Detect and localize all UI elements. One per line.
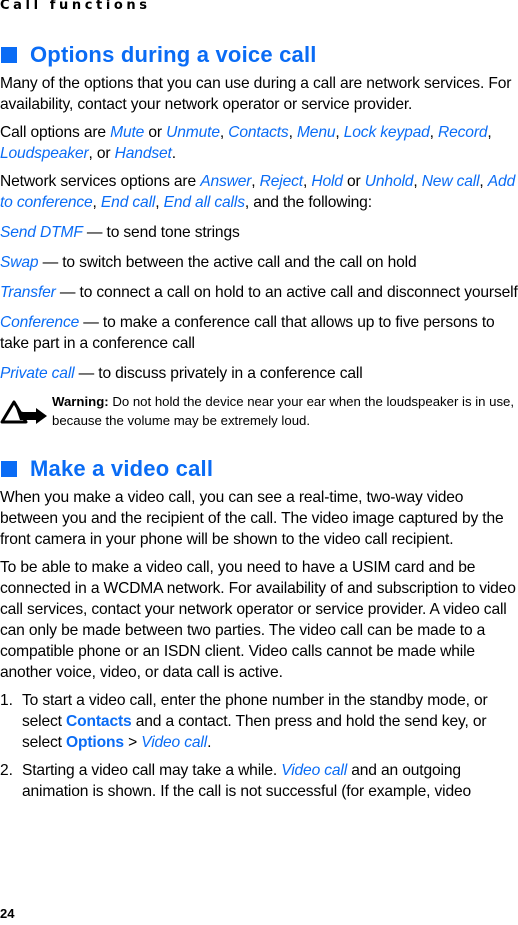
- definition-term: Private call: [0, 365, 75, 382]
- option-lock-keypad: Lock keypad: [343, 124, 430, 141]
- definition-item: Send DTMF — to send tone strings: [0, 222, 518, 243]
- section-bullet-square-icon: [1, 461, 17, 477]
- section-heading-voice-call-options: Options during a voice call: [0, 40, 518, 70]
- step-number: 2.: [0, 762, 14, 779]
- step-item: 2. Starting a video call may take a whil…: [0, 760, 518, 802]
- definition-desc: — to discuss privately in a conference c…: [74, 365, 363, 382]
- menu-options: Options: [66, 734, 124, 751]
- running-head: Call functions: [0, 0, 151, 13]
- option-answer: Answer: [200, 173, 252, 190]
- warning-text: Warning: Do not hold the device near you…: [52, 394, 515, 428]
- definition-item: Swap — to switch between the active call…: [0, 252, 518, 273]
- step-text: To start a video call, enter the phone n…: [22, 692, 488, 751]
- step-item: 1. To start a video call, enter the phon…: [0, 690, 518, 753]
- step-text: Starting a video call may take a while. …: [22, 762, 472, 800]
- video-call-requirements-paragraph: To be able to make a video call, you nee…: [0, 559, 516, 681]
- option-unhold: Unhold: [364, 173, 414, 190]
- intro-paragraph: Many of the options that you can use dur…: [0, 75, 512, 113]
- option-handset: Handset: [114, 145, 172, 162]
- network-options-paragraph: Network services options are Answer, Rej…: [0, 173, 516, 211]
- option-contacts: Contacts: [228, 124, 289, 141]
- section-heading-video-call: Make a video call: [0, 454, 518, 484]
- section-title: Options during a voice call: [30, 42, 317, 67]
- definition-term: Conference: [0, 314, 80, 331]
- option-loudspeaker: Loudspeaker: [0, 145, 89, 162]
- definition-term: Send DTMF: [0, 224, 83, 241]
- definition-desc: — to connect a call on hold to an active…: [55, 284, 518, 301]
- definition-item: Private call — to discuss privately in a…: [0, 363, 518, 384]
- video-call-intro-paragraph: When you make a video call, you can see …: [0, 489, 504, 548]
- menu-contacts: Contacts: [66, 713, 132, 730]
- option-mute: Mute: [110, 124, 145, 141]
- option-hold: Hold: [311, 173, 343, 190]
- page-number: 24: [0, 906, 15, 921]
- option-end-call: End call: [100, 194, 156, 211]
- definition-item: Transfer — to connect a call on hold to …: [0, 282, 518, 303]
- page-content: Options during a voice call Many of the …: [0, 40, 518, 802]
- status-video-call: Video call: [281, 762, 348, 779]
- option-end-all-calls: End all calls: [163, 194, 245, 211]
- definition-item: Conference — to make a conference call t…: [0, 312, 518, 354]
- option-new-call: New call: [421, 173, 480, 190]
- option-menu: Menu: [296, 124, 336, 141]
- steps-list: 1. To start a video call, enter the phon…: [0, 690, 518, 802]
- menu-video-call: Video call: [141, 734, 208, 751]
- section-title: Make a video call: [30, 456, 214, 481]
- definition-term: Swap: [0, 254, 39, 271]
- section-bullet-square-icon: [1, 47, 17, 63]
- warning-icon: [0, 392, 52, 430]
- call-options-paragraph: Call options are Mute or Unmute, Contact…: [0, 124, 492, 162]
- warning-label: Warning:: [52, 394, 109, 409]
- option-unmute: Unmute: [166, 124, 220, 141]
- warning-note: Warning: Do not hold the device near you…: [0, 392, 518, 430]
- step-number: 1.: [0, 692, 14, 709]
- definition-desc: — to switch between the active call and …: [38, 254, 417, 271]
- definition-term: Transfer: [0, 284, 56, 301]
- definition-desc: — to send tone strings: [82, 224, 240, 241]
- option-record: Record: [438, 124, 488, 141]
- option-reject: Reject: [259, 173, 303, 190]
